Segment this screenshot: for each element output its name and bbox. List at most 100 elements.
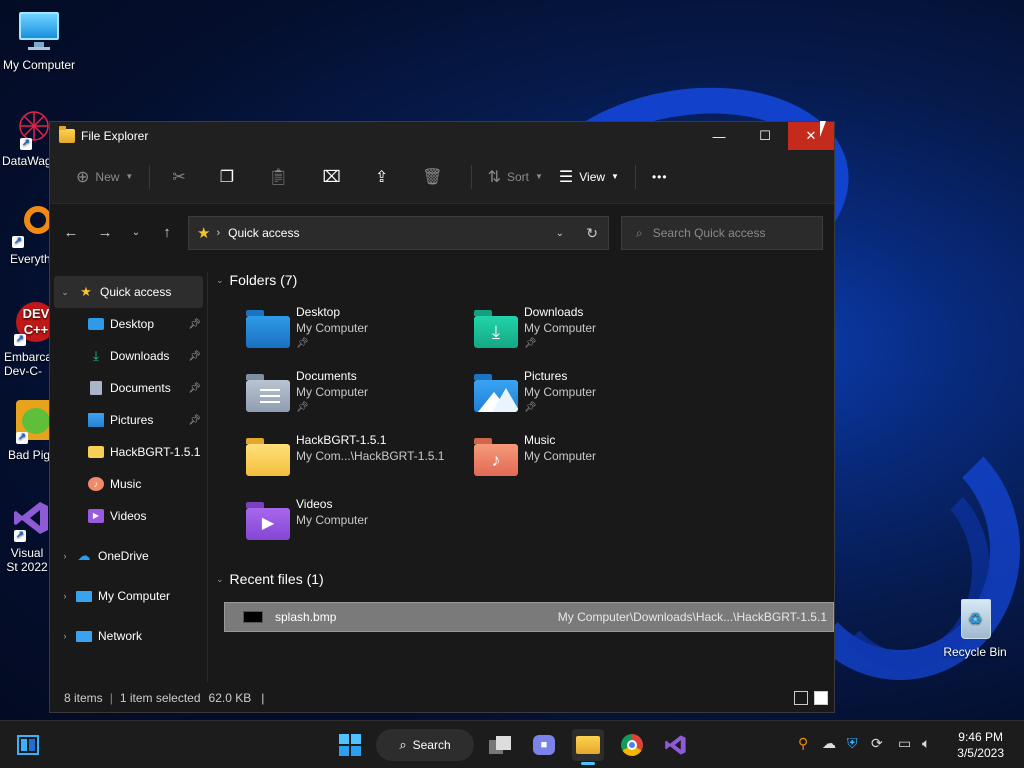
recycle-bin-icon: ♻ bbox=[953, 597, 997, 641]
rename-button[interactable]: ⌧ bbox=[308, 161, 360, 193]
up-button[interactable]: ↑ bbox=[150, 224, 184, 241]
folder-location: My Computer bbox=[524, 449, 597, 463]
videos-folder-icon: ▶ bbox=[246, 500, 290, 540]
search-box[interactable]: ⌕ bbox=[621, 216, 823, 250]
new-button[interactable]: ⊕ New ▼ bbox=[68, 161, 141, 193]
search-input[interactable] bbox=[652, 226, 803, 240]
paste-button[interactable]: 📋︎ bbox=[254, 161, 308, 193]
desktop-icon-my-computer[interactable]: My Computer bbox=[0, 10, 82, 72]
chat-button[interactable]: ■ bbox=[530, 729, 558, 761]
desktop-icon-recycle-bin[interactable]: ♻ Recycle Bin bbox=[932, 597, 1018, 659]
chrome-button[interactable] bbox=[618, 729, 646, 761]
arrow-right-icon: → bbox=[97, 223, 113, 241]
desktop-icon-visual-studio[interactable]: ↗ Visual St 2022 bbox=[0, 498, 56, 574]
sidebar-item-hackbgrt[interactable]: HackBGRT-1.5.1 bbox=[50, 436, 207, 468]
forward-button[interactable]: → bbox=[88, 224, 122, 241]
recent-files-group-header[interactable]: ⌄ Recent files (1) bbox=[208, 567, 324, 591]
display-icon[interactable]: ▭ bbox=[898, 735, 911, 752]
clock[interactable]: 9:46 PM 3/5/2023 bbox=[957, 729, 1004, 761]
volume-icon[interactable]: 🔈︎ bbox=[922, 735, 930, 752]
folder-tile-documents[interactable]: Documents My Computer 📌︎ bbox=[246, 368, 456, 428]
folder-tile-hackbgrt[interactable]: HackBGRT-1.5.1 My Com...\HackBGRT-1.5.1 bbox=[246, 432, 476, 492]
network-icon bbox=[76, 630, 92, 642]
file-explorer-taskbar-button[interactable] bbox=[572, 729, 604, 765]
sidebar-item-network[interactable]: › Network bbox=[50, 620, 207, 652]
start-button[interactable] bbox=[334, 729, 366, 761]
tiles-view-icon[interactable] bbox=[814, 691, 828, 705]
sync-icon[interactable]: ⟳ bbox=[871, 735, 883, 752]
title-bar[interactable]: File Explorer — ☐ ✕ bbox=[50, 122, 834, 150]
chevron-down-icon[interactable]: ⌄ bbox=[556, 228, 564, 239]
folder-icon bbox=[88, 446, 104, 458]
rename-icon: ⌧ bbox=[322, 168, 341, 186]
sidebar-item-videos[interactable]: ▶ Videos bbox=[50, 500, 207, 532]
taskbar-search-button[interactable]: ⌕ Search bbox=[376, 729, 474, 761]
content-pane: ⌄ Folders (7) Desktop My Computer 📌︎ ⤓ D… bbox=[208, 272, 834, 682]
chevron-right-icon[interactable]: › bbox=[58, 551, 72, 561]
minimize-button[interactable]: — bbox=[696, 122, 742, 150]
view-button[interactable]: ☰ View ▼ bbox=[551, 161, 627, 193]
sidebar-item-music[interactable]: ♪ Music bbox=[50, 468, 207, 500]
status-bar: 8 items | 1 item selected 62.0 KB | bbox=[50, 684, 834, 712]
folder-name: Downloads bbox=[524, 305, 584, 319]
widgets-icon bbox=[17, 735, 39, 755]
delete-button[interactable]: 🗑︎ bbox=[408, 161, 462, 193]
recent-file-row[interactable]: splash.bmp My Computer\Downloads\Hack...… bbox=[224, 602, 834, 632]
breadcrumb-location[interactable]: Quick access bbox=[228, 226, 299, 240]
sort-icon: ⇅ bbox=[487, 168, 501, 186]
arrow-up-icon: ↑ bbox=[163, 223, 171, 241]
back-button[interactable]: ← bbox=[54, 224, 88, 241]
chevron-down-icon[interactable]: ⌄ bbox=[58, 287, 72, 298]
chrome-icon bbox=[621, 734, 643, 756]
copy-button[interactable]: ❐ bbox=[206, 161, 254, 193]
details-view-icon[interactable] bbox=[794, 691, 808, 705]
cut-button[interactable]: ✂ bbox=[158, 161, 205, 193]
pin-icon[interactable]: 📌︎ bbox=[188, 351, 201, 362]
widgets-button[interactable] bbox=[14, 729, 42, 761]
everything-tray-icon[interactable]: ⚲ bbox=[798, 735, 808, 752]
task-view-button[interactable] bbox=[486, 729, 514, 761]
sidebar-item-documents[interactable]: Documents 📌︎ bbox=[50, 372, 207, 404]
folder-tile-downloads[interactable]: ⤓ Downloads My Computer 📌︎ bbox=[474, 304, 684, 364]
share-button[interactable]: ⇪ bbox=[361, 161, 408, 193]
desktop-icon-devcpp[interactable]: DEV C++ ↗ Embarca Dev-C- bbox=[0, 302, 56, 378]
windows-logo-icon bbox=[339, 734, 361, 756]
sidebar-item-my-computer[interactable]: › My Computer bbox=[50, 580, 207, 612]
chevron-right-icon[interactable]: › bbox=[58, 631, 72, 641]
chevron-right-icon[interactable]: › bbox=[58, 591, 72, 601]
sort-button[interactable]: ⇅ Sort ▼ bbox=[480, 161, 551, 193]
folder-tile-pictures[interactable]: Pictures My Computer 📌︎ bbox=[474, 368, 684, 428]
star-icon: ★ bbox=[80, 284, 92, 299]
visual-studio-taskbar-button[interactable] bbox=[662, 729, 690, 761]
sidebar-item-label: HackBGRT-1.5.1 bbox=[110, 445, 201, 459]
refresh-icon[interactable]: ↻ bbox=[586, 225, 598, 242]
sidebar-item-quick-access[interactable]: ⌄ ★ Quick access bbox=[54, 276, 203, 308]
document-icon bbox=[90, 381, 102, 395]
desktop-icon-label: My Computer bbox=[2, 58, 76, 72]
folder-tile-desktop[interactable]: Desktop My Computer 📌︎ bbox=[246, 304, 456, 364]
sidebar-item-downloads[interactable]: ⤓ Downloads 📌︎ bbox=[50, 340, 207, 372]
folders-group-header[interactable]: ⌄ Folders (7) bbox=[208, 268, 297, 292]
window-title: File Explorer bbox=[81, 129, 149, 143]
maximize-button[interactable]: ☐ bbox=[742, 122, 788, 150]
folder-tile-videos[interactable]: ▶ Videos My Computer bbox=[246, 496, 456, 556]
recent-file-path: My Computer\Downloads\Hack...\HackBGRT-1… bbox=[557, 610, 827, 624]
recent-locations-button[interactable]: ⌄ bbox=[122, 227, 150, 238]
desktop-icon-label: Visual St 2022 bbox=[6, 546, 48, 574]
more-options-button[interactable]: ••• bbox=[644, 161, 676, 193]
cloud-offline-icon[interactable]: ☁ bbox=[822, 735, 836, 752]
scissors-icon: ✂ bbox=[172, 168, 186, 186]
pin-icon[interactable]: 📌︎ bbox=[188, 319, 201, 330]
desktop-icon-everything[interactable]: ↗ Everyth bbox=[0, 204, 56, 266]
pin-icon[interactable]: 📌︎ bbox=[188, 383, 201, 394]
sidebar-item-onedrive[interactable]: › ☁ OneDrive bbox=[50, 540, 207, 572]
sidebar-item-label: Downloads bbox=[110, 349, 170, 363]
address-bar[interactable]: ★ › Quick access ⌄ ↻ bbox=[188, 216, 609, 250]
pin-icon[interactable]: 📌︎ bbox=[188, 415, 201, 426]
mouse-cursor-icon bbox=[820, 121, 832, 137]
security-shield-icon[interactable]: ⛨ bbox=[847, 735, 858, 752]
sidebar-item-pictures[interactable]: Pictures 📌︎ bbox=[50, 404, 207, 436]
music-icon: ♪ bbox=[88, 477, 104, 491]
folder-tile-music[interactable]: ♪ Music My Computer bbox=[474, 432, 684, 492]
sidebar-item-desktop[interactable]: Desktop 📌︎ bbox=[50, 308, 207, 340]
